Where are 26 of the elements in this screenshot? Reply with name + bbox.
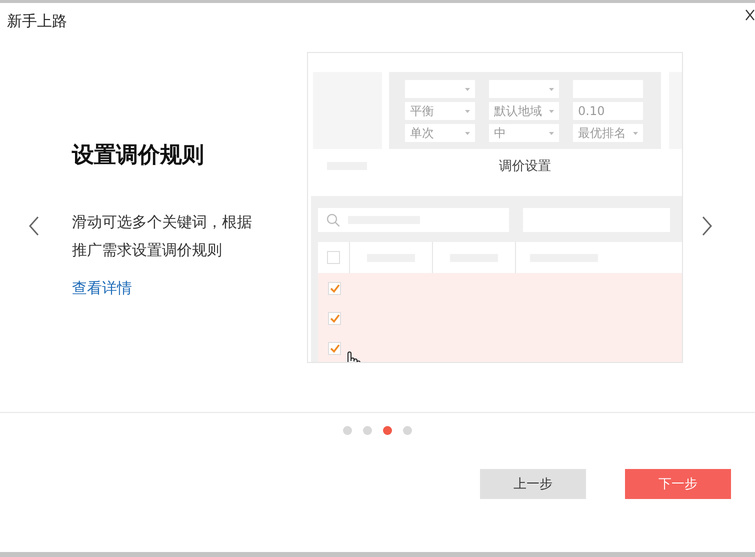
dropdown-field: 最优排名: [573, 124, 643, 142]
input-field: 0.10: [573, 102, 643, 120]
illustration-caption: 调价设置: [498, 158, 552, 175]
details-link[interactable]: 查看详情: [72, 279, 132, 297]
caret-icon: [549, 110, 554, 112]
slide-heading: 设置调价规则: [72, 142, 205, 170]
pager-dot[interactable]: [403, 426, 412, 435]
next-button[interactable]: 下一步: [625, 469, 731, 499]
slide-description: 滑动可选多个关键词，根据推广需求设置调价规则: [72, 212, 253, 261]
caret-icon: [633, 132, 638, 134]
dropdown-field: 中: [489, 124, 559, 142]
pager-dot[interactable]: [363, 426, 372, 435]
dropdown-field: 平衡: [405, 102, 475, 120]
caret-icon: [549, 132, 554, 134]
dropdown-field: 默认地域: [489, 102, 559, 120]
pager-dot[interactable]: [343, 426, 352, 435]
caret-icon: [465, 110, 470, 112]
close-icon[interactable]: [745, 8, 755, 20]
pager-dot[interactable]: [383, 426, 392, 435]
caret-icon: [465, 132, 470, 134]
caret-icon: [465, 88, 470, 90]
caret-icon: [549, 88, 554, 90]
dropdown-field: 单次: [405, 124, 475, 142]
search-icon: [326, 213, 340, 227]
window-title: 新手上路: [7, 12, 67, 31]
previous-button[interactable]: 上一步: [480, 469, 586, 499]
